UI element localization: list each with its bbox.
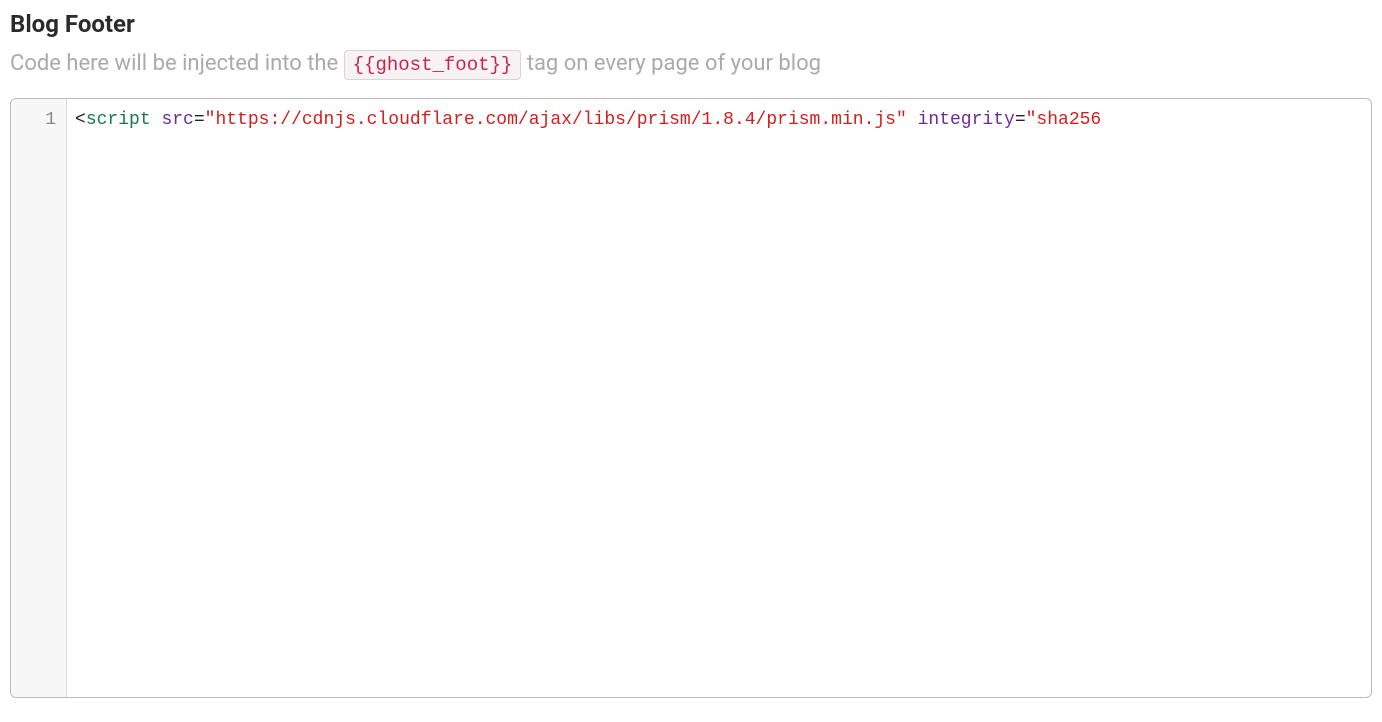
code-token: <	[75, 110, 86, 130]
code-token: "sha256	[1026, 110, 1102, 130]
code-token: integrity	[918, 110, 1015, 130]
code-line[interactable]: <script src="https://cdnjs.cloudflare.co…	[75, 107, 1371, 133]
code-token: script	[86, 110, 151, 130]
desc-text-pre: Code here will be injected into the	[10, 51, 344, 76]
code-area[interactable]: <script src="https://cdnjs.cloudflare.co…	[67, 99, 1371, 697]
code-editor[interactable]: 1 <script src="https://cdnjs.cloudflare.…	[10, 98, 1372, 698]
line-number: 1	[11, 107, 66, 133]
section-description: Code here will be injected into the {{gh…	[10, 50, 1372, 80]
code-token: "https://cdnjs.cloudflare.com/ajax/libs/…	[205, 110, 907, 130]
code-token	[907, 110, 918, 130]
code-token: src	[161, 110, 193, 130]
section-title: Blog Footer	[10, 10, 1372, 38]
desc-text-post: tag on every page of your blog	[521, 51, 821, 76]
code-token: =	[1015, 110, 1026, 130]
code-token: =	[194, 110, 205, 130]
ghost-foot-tag: {{ghost_foot}}	[344, 50, 522, 80]
code-token	[151, 110, 162, 130]
code-gutter: 1	[11, 99, 67, 697]
